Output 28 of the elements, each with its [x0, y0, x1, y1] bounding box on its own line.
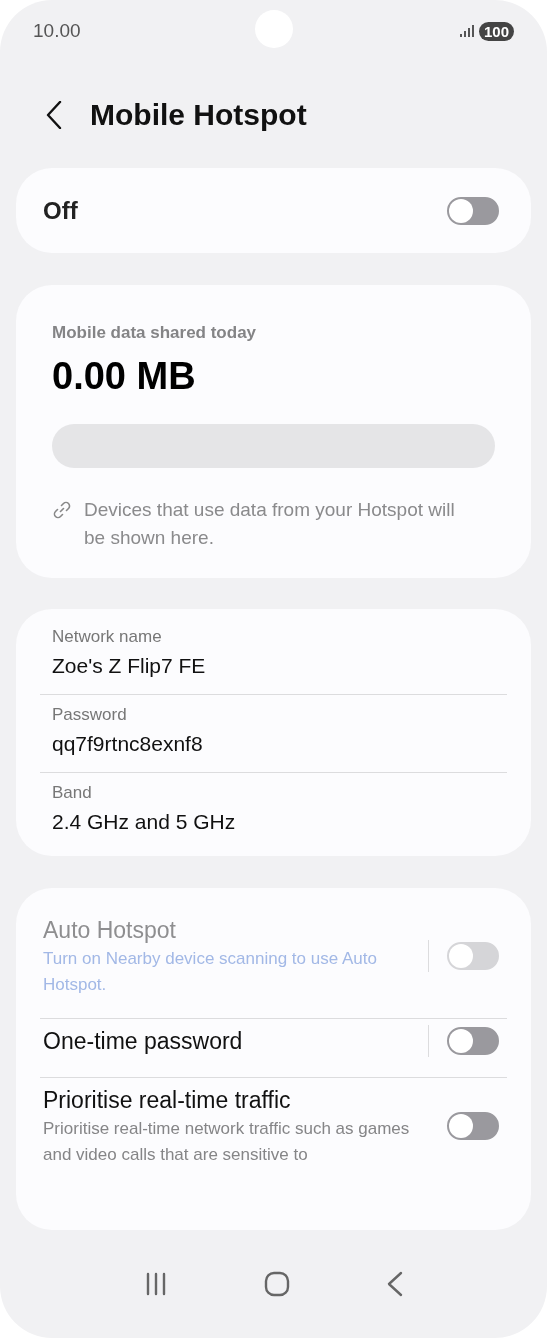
status-time: 10.00: [33, 20, 81, 42]
field-value: 2.4 GHz and 5 GHz: [52, 809, 237, 835]
field-value: Zoe's Z Flip7 FE: [52, 653, 207, 679]
field-label: Band: [52, 782, 93, 804]
option-description: Prioritise real-time network traffic such as games and video calls that are sensitive to: [43, 1118, 411, 1166]
switch-label: Off: [43, 196, 78, 225]
link-icon: [52, 500, 72, 520]
toggle-switch[interactable]: [447, 1112, 499, 1140]
signal-icon: [459, 25, 474, 37]
back-nav-icon[interactable]: [386, 1271, 403, 1297]
field-value: qq7f9rtnc8exnf8: [52, 731, 204, 757]
option-title: Auto Hotspot: [43, 916, 177, 945]
option-hint: Turn on Nearby device scanning to use Auto Hotspot.: [43, 948, 378, 996]
usage-amount: 0.00 MB: [52, 355, 197, 398]
toggle-switch[interactable]: [447, 1027, 499, 1055]
field-label: Password: [52, 704, 128, 726]
page-title: Mobile Hotspot: [90, 98, 307, 132]
back-icon[interactable]: [46, 101, 62, 129]
battery-level: 100: [478, 21, 514, 41]
master-switch-card[interactable]: Off: [16, 168, 531, 253]
usage-note: Devices that use data from your Hotspot will be shown here.: [84, 498, 456, 550]
option-title: Prioritise real-time traffic: [43, 1086, 292, 1115]
toggle-switch[interactable]: [447, 196, 499, 225]
home-icon[interactable]: [263, 1271, 290, 1297]
option-title: One-time password: [43, 1027, 244, 1056]
recent-apps-icon[interactable]: [144, 1272, 167, 1296]
usage-label: Mobile data shared today: [52, 323, 258, 343]
field-label: Network name: [52, 626, 163, 648]
